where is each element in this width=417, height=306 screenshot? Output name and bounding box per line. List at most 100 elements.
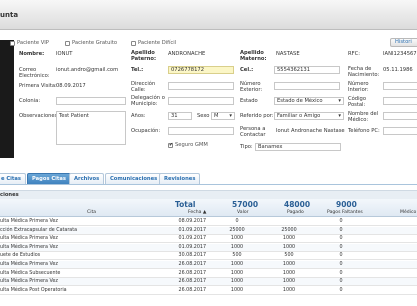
cell-cita: uete de Estudios	[0, 253, 41, 259]
table-row[interactable]: ulta Médica Primera Vez 08.09.2017 0 0	[0, 218, 417, 226]
apellido-materno-value: NASTASE	[276, 51, 300, 57]
cell-valor: 1000	[230, 279, 244, 285]
tab-revisiones[interactable]: Revisiones	[159, 173, 201, 184]
table-row[interactable]: ulta Médica Post Operatoria 26.08.2017 100…	[0, 287, 417, 295]
cell-cita: ulta Médica Post Operatoria	[0, 287, 67, 293]
cell-fecha: 08.09.2017	[178, 219, 206, 224]
checkbox-checked[interactable]: ✔	[168, 142, 173, 148]
cell-valor: 500	[232, 253, 242, 259]
observaciones-textarea[interactable]: Test Patient	[56, 111, 126, 145]
cell-faltantes: 0	[339, 262, 343, 267]
column-header-pagos-faltantes[interactable]: Pagos Faltantes	[327, 210, 363, 215]
numero-interior-input[interactable]	[383, 82, 417, 90]
cell-cita: cción Extracapsular de Catarata	[0, 227, 78, 233]
codigo-postal-input[interactable]	[383, 97, 417, 105]
cell-fecha: 01.09.2017	[178, 227, 206, 233]
referido-select[interactable]: Familiar o Amigo	[274, 112, 344, 120]
telefono-pc-label: Teléfono PC:	[348, 128, 380, 134]
tab-comunicaciones[interactable]: Comunicaciones	[105, 173, 163, 184]
cell-pagado: 1000	[282, 287, 296, 293]
sexo-select[interactable]: M	[211, 112, 235, 120]
cell-valor: 1000	[230, 244, 244, 250]
historial-button[interactable]: Histori	[390, 38, 417, 47]
cell-fecha: 26.08.2017	[178, 287, 206, 293]
cell-faltantes: 0	[339, 219, 343, 224]
numero-exterior-label: Número Exterior:	[240, 81, 263, 93]
colonia-input[interactable]	[56, 97, 126, 105]
medico-label: Nombre del Médico:	[348, 111, 379, 123]
cell-fecha: 26.08.2017	[178, 279, 206, 285]
delegacion-label: Delegación o Municipio:	[131, 95, 165, 107]
anos-input[interactable]: 31	[168, 112, 192, 120]
tel-input[interactable]: 0726778172	[168, 66, 234, 74]
cell-fecha: 26.08.2017	[178, 270, 206, 276]
cell-faltantes: 0	[339, 236, 343, 242]
table-row[interactable]: ulta Médica Primera Vez 01.09.2017 1000 100…	[0, 235, 417, 244]
cel-input[interactable]: 5554362131	[274, 66, 340, 74]
column-header-pagado[interactable]: Pagado	[287, 210, 304, 215]
table-row[interactable]: ulta Médica Primera Vez 26.08.2017 1000 100…	[0, 261, 417, 269]
table-row[interactable]: ulta Médica Subsecuente 26.08.2017 1000 100…	[0, 270, 417, 278]
seguro-gmm-checkbox[interactable]: ✔ Seguro GMM	[168, 142, 208, 148]
cell-faltantes: 0	[339, 227, 343, 233]
flag-vip-checkbox[interactable]: Paciente VIP	[10, 40, 49, 46]
telefono-pc-input[interactable]	[383, 127, 417, 135]
table-row[interactable]: cción Extracapsular de Catarata 01.09.201…	[0, 226, 417, 235]
codigo-postal-label: Código Postal:	[348, 96, 366, 108]
tel-label: Tel.:	[131, 67, 144, 73]
cell-pagado: 25000	[281, 227, 297, 233]
numero-exterior-input[interactable]	[274, 82, 340, 90]
cell-valor: 0	[235, 219, 239, 224]
flag-dificil-checkbox[interactable]: Paciente Difícil	[131, 40, 176, 46]
table-row[interactable]: ulta Médica Primera Vez 01.09.2017 1000 100…	[0, 243, 417, 252]
cell-faltantes: 0	[339, 279, 343, 285]
seguro-gmm-label: Seguro GMM	[175, 142, 208, 148]
flag-gratuito-checkbox[interactable]: Paciente Gratuito	[65, 40, 117, 46]
tab-pagos-citas[interactable]: Pagos Citas	[27, 173, 71, 184]
cell-pagado: 1000	[282, 236, 296, 242]
tipo-input[interactable]: Banamex	[255, 143, 341, 151]
cell-pagado: 1000	[282, 262, 296, 267]
anos-label: Años:	[131, 113, 146, 119]
direccion-input[interactable]	[168, 82, 234, 90]
flag-gratuito-label: Paciente Gratuito	[72, 40, 118, 46]
section-header: ciones	[0, 190, 417, 199]
cell-cita: ulta Médica Primera Vez	[0, 279, 58, 285]
correo-value: ionut.andro@gmail.com	[56, 67, 119, 73]
direccion-label: Dirección Calle:	[131, 81, 156, 93]
cell-fecha: 30.08.2017	[178, 253, 206, 259]
medico-input[interactable]	[383, 112, 417, 120]
cell-faltantes: 0	[339, 253, 343, 259]
apellido-materno-label: Apellido Materno:	[240, 50, 267, 62]
estado-label: Estado	[240, 98, 258, 104]
estado-select[interactable]: Estado de México	[274, 97, 344, 105]
rfc-label: RFC:	[348, 51, 360, 57]
flag-vip-label: Paciente VIP	[17, 40, 49, 46]
checkbox-box[interactable]	[10, 40, 15, 46]
apellido-paterno-label: Apellido Paterno:	[131, 50, 157, 62]
cell-cita: ulta Médica Primera Vez	[0, 262, 58, 267]
observaciones-label: Observaciones:	[19, 113, 60, 119]
column-header-cita[interactable]: Cita	[87, 210, 96, 215]
column-header-valor[interactable]: Valor	[237, 210, 249, 215]
checkbox-box[interactable]	[131, 40, 136, 46]
column-header-fecha[interactable]: Fecha ▲	[188, 210, 206, 215]
cell-valor: 25000	[229, 227, 245, 233]
cell-pagado: 1000	[282, 279, 296, 285]
tab-archivos[interactable]: Archivos	[69, 173, 105, 184]
window-title: unta	[0, 11, 19, 19]
tab-citas[interactable]: e Citas	[0, 173, 26, 184]
table-row[interactable]: uete de Estudios 30.08.2017 500 500 0	[0, 252, 417, 261]
cell-pagado: 500	[284, 253, 294, 259]
window-titlebar: unta	[0, 0, 417, 30]
checkbox-box[interactable]	[65, 40, 70, 46]
primera-visita-label: Primera Visita:	[19, 83, 57, 89]
flag-dificil-label: Paciente Difícil	[138, 40, 177, 46]
cell-cita: ulta Médica Primera Vez	[0, 219, 58, 224]
cell-valor: 1000	[230, 287, 244, 293]
cell-valor: 1000	[230, 262, 244, 267]
ocupacion-input[interactable]	[168, 127, 234, 135]
table-row[interactable]: ulta Médica Primera Vez 26.08.2017 1000 100…	[0, 278, 417, 287]
column-header-medico[interactable]: Médico	[400, 210, 416, 215]
delegacion-input[interactable]	[168, 97, 234, 105]
